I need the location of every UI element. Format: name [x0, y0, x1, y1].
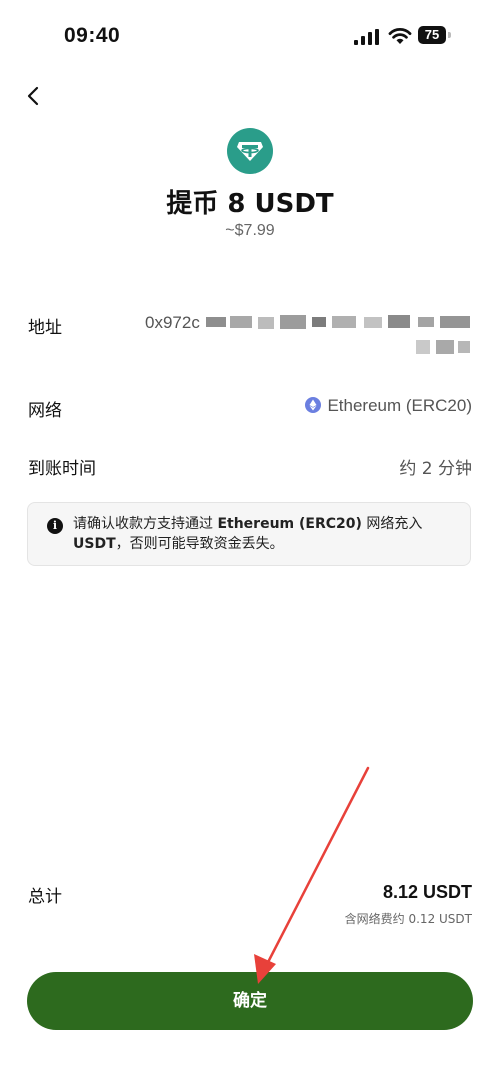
annotation-arrow — [254, 766, 370, 984]
notice-text: 请确认收款方支持通过 Ethereum (ERC20) 网络充入 USDT，否则… — [73, 514, 458, 554]
status-time: 09:40 — [64, 24, 121, 47]
tether-icon — [227, 128, 273, 174]
page-title: 提币 8 USDT — [166, 189, 334, 219]
wifi-icon — [388, 28, 412, 44]
notice-text-part: 网络充入 — [361, 516, 423, 532]
total-value: 8.12 USDT — [382, 882, 472, 902]
info-icon: i — [47, 518, 63, 534]
total-label: 总计 — [28, 887, 62, 907]
arrival-time-label: 到账时间 — [28, 459, 96, 479]
confirm-button[interactable]: 确定 — [27, 972, 473, 1030]
notice-text-part: 请确认收款方支持通过 — [73, 516, 218, 532]
warning-notice: i 请确认收款方支持通过 Ethereum (ERC20) 网络充入 USDT，… — [27, 502, 471, 566]
network-value: Ethereum (ERC20) — [305, 396, 472, 416]
address-prefix: 0x972c — [145, 313, 200, 332]
ethereum-icon — [305, 397, 322, 413]
address-value: 0x972c — [145, 313, 200, 333]
cellular-signal-icon — [354, 29, 379, 45]
arrival-time-value: 约 2 分钟 — [399, 459, 472, 479]
address-label: 地址 — [28, 318, 62, 338]
notice-network: Ethereum (ERC20) — [217, 516, 362, 532]
notice-token: USDT — [73, 536, 116, 552]
notice-text-part: ，否则可能导致资金丢失。 — [115, 536, 284, 552]
chevron-left-icon[interactable] — [22, 84, 46, 108]
network-name: Ethereum (ERC20) — [327, 396, 472, 415]
network-label: 网络 — [28, 401, 62, 421]
fiat-value: ~$7.99 — [225, 222, 275, 239]
battery-level: 75 — [424, 27, 440, 42]
battery-icon: 75 — [418, 26, 452, 44]
address-redacted — [206, 314, 472, 356]
network-fee: 含网络费约 0.12 USDT — [344, 912, 472, 926]
